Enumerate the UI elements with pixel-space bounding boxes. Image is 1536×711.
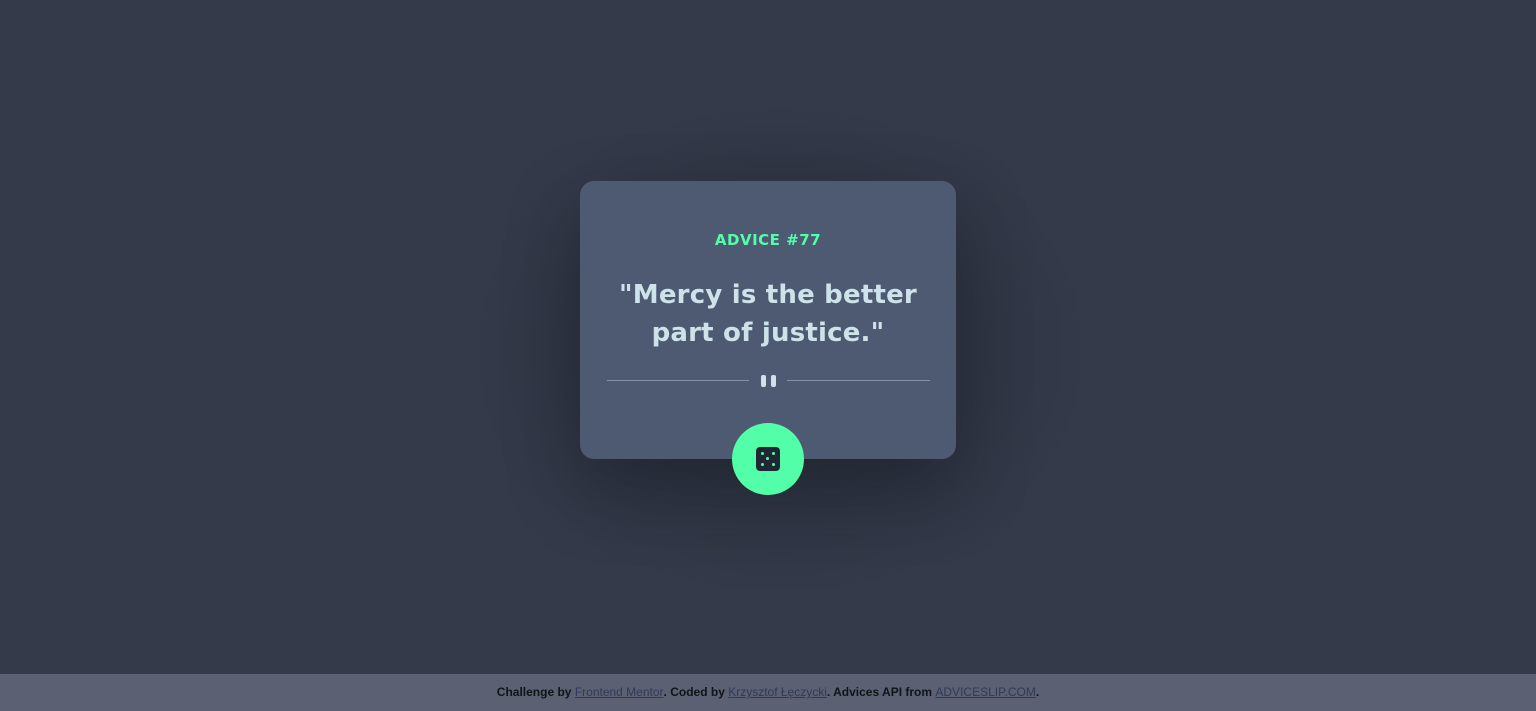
footer-api-prefix: . Advices API from: [826, 685, 936, 699]
dice-icon: [756, 447, 780, 471]
advice-quote: "Mercy is the better part of justice.": [619, 280, 917, 348]
attribution-footer: Challenge by Frontend Mentor. Coded by K…: [0, 674, 1536, 711]
footer-challenge-prefix: Challenge by: [496, 685, 575, 699]
divider-line-right: [787, 380, 930, 381]
page-background: ADVICE #77 "Mercy is the better part of …: [0, 0, 1536, 674]
frontend-mentor-link[interactable]: Frontend Mentor: [575, 685, 664, 699]
divider-line-left: [607, 380, 749, 381]
footer-coded-prefix: . Coded by: [663, 685, 729, 699]
pause-icon: [761, 375, 777, 387]
advice-id: ADVICE #77: [714, 231, 822, 249]
divider: [607, 373, 930, 389]
new-advice-button[interactable]: [732, 423, 804, 495]
advice-card: ADVICE #77 "Mercy is the better part of …: [580, 181, 956, 459]
author-link[interactable]: Krzysztof Łęczycki: [728, 685, 827, 699]
adviceslip-link[interactable]: ADVICESLIP.COM: [935, 685, 1035, 699]
footer-suffix: .: [1035, 685, 1040, 699]
